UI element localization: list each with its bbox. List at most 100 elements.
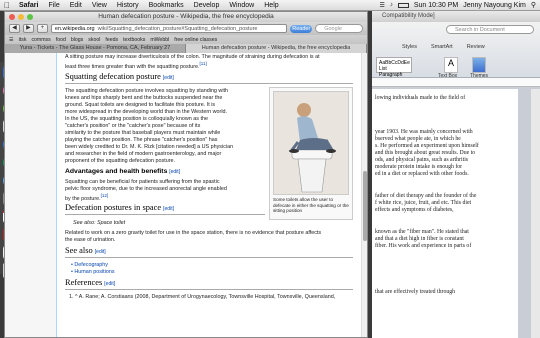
close-button[interactable] (9, 14, 15, 20)
menu-file[interactable]: File (43, 2, 64, 9)
citation-link[interactable]: [12] (101, 193, 109, 198)
tab-tickets[interactable]: Yuna - Tickets - The Glass House - Pomon… (5, 44, 186, 53)
bookmark-item[interactable]: skool (88, 37, 100, 43)
word-scrollbar[interactable] (531, 89, 540, 338)
paragraph-line: more widespread in the developing world … (65, 109, 228, 115)
bookmark-item[interactable]: itsk (19, 37, 27, 43)
see-also-link-defecography[interactable]: • Defecography (71, 262, 108, 269)
style-name: List Paragraph (379, 66, 403, 78)
paragraph-line: knees and hips sharply bent and the butt… (65, 95, 223, 101)
paragraph-line: Related to work on a zero gravity toilet… (65, 230, 322, 236)
zoom-button[interactable] (27, 14, 33, 20)
user-name[interactable]: Jenny Nayoung Kim (463, 2, 526, 9)
word-line: lowing individuals made to the field of (375, 95, 466, 101)
url-host: en.wikipedia.org (54, 26, 95, 32)
word-window: Compatibility Mode] Search in Document S… (372, 11, 540, 338)
paragraph-line: and researcher in the field of modern ga… (65, 151, 222, 157)
paragraph-line: Squatting can be beneficial for patients… (65, 179, 220, 185)
forward-button[interactable]: ▶ (22, 24, 34, 33)
paragraph-line: been widely credited to Dr. M. K. Rizk [… (65, 144, 234, 150)
see-also-note: See also: Space toilet (73, 220, 126, 226)
word-line: and this brought about great results. Du… (375, 150, 476, 156)
bookmark-item[interactable]: free online classes (174, 37, 217, 43)
word-line: s. He performed an experiment upon himse… (375, 143, 479, 149)
tab-review[interactable]: Review (467, 44, 485, 50)
reader-button[interactable]: Reader (290, 24, 313, 33)
word-line: ods, and physical pains, such as arthrit… (375, 157, 469, 163)
menu-history[interactable]: History (112, 2, 144, 9)
bookmark-item[interactable]: textbooks (123, 37, 145, 43)
bookmark-item[interactable]: commss (31, 37, 50, 43)
reading-list-icon[interactable]: ☰ (9, 37, 14, 43)
menu-bookmarks[interactable]: Bookmarks (144, 2, 189, 9)
word-line: fiber. His work and experience in parts … (375, 243, 472, 249)
menu-safari[interactable]: Safari (14, 2, 43, 9)
heading-space: Defecation postures in space [edit] (65, 203, 174, 212)
figure-caption: Some toilets allow the user to defecate … (273, 197, 349, 214)
see-also-link-human-positions[interactable]: • Human positions (71, 269, 115, 276)
safari-titlebar: Human defecation posture - Wikipedia, th… (5, 12, 367, 22)
page-viewport: A sitting posture may increase diverticu… (5, 53, 363, 337)
menu-window[interactable]: Window (224, 2, 259, 9)
share-button[interactable]: + (36, 24, 48, 33)
tab-wikipedia[interactable]: Human defecation posture - Wikipedia, th… (186, 44, 367, 53)
figure-image[interactable] (273, 91, 349, 195)
bookmark-item[interactable]: blogs (71, 37, 83, 43)
search-input[interactable]: Google (315, 24, 363, 33)
edit-link[interactable]: [edit] (163, 206, 174, 212)
themes-icon[interactable] (472, 57, 486, 73)
edit-link[interactable]: [edit] (104, 281, 115, 287)
menu-edit[interactable]: Edit (65, 2, 87, 9)
paragraph-line: pelvic floor syndrome, due to the increa… (65, 186, 227, 192)
clock[interactable]: Sun 10:30 PM (414, 2, 458, 9)
word-search-input[interactable]: Search in Document (446, 25, 534, 34)
paragraph-line: similarity to the posture that baseball … (65, 130, 221, 136)
wikipedia-article: A sitting posture may increase diverticu… (56, 53, 362, 337)
citation-link[interactable]: [11] (200, 61, 207, 66)
text-box-icon[interactable]: A (444, 57, 458, 73)
word-ribbon-tabs: Styles SmartArt Review (402, 44, 485, 50)
heading-benefits: Advantages and health benefits [edit] (65, 168, 181, 175)
menu-develop[interactable]: Develop (189, 2, 225, 9)
word-document-page[interactable]: lowing individuals made to the field of … (372, 89, 518, 338)
tab-smartart[interactable]: SmartArt (431, 44, 453, 50)
tab-bar: Yuna - Tickets - The Glass House - Pomon… (5, 44, 367, 53)
page-scrollbar[interactable] (361, 53, 367, 337)
word-line: that are effectively treated through (375, 289, 456, 295)
tab-styles[interactable]: Styles (402, 44, 417, 50)
paragraph-line: "catcher's position" or the "catcher's p… (65, 123, 201, 129)
wifi-icon[interactable]: ☰ (379, 2, 384, 9)
bookmark-item[interactable]: food (56, 37, 66, 43)
heading-see-also: See also [edit] (65, 246, 106, 255)
edit-link[interactable]: [edit] (169, 169, 180, 175)
word-ruler (372, 78, 540, 87)
menu-view[interactable]: View (87, 2, 112, 9)
battery-icon[interactable] (397, 2, 409, 8)
menu-help[interactable]: Help (259, 2, 283, 9)
apple-icon[interactable]:  (0, 1, 14, 10)
paragraph-line: In the US, the squatting position is col… (65, 116, 208, 122)
window-title: Human defecation posture - Wikipedia, th… (98, 13, 274, 20)
paragraph-line: ground. Squat toilets are designed to fa… (65, 102, 216, 108)
edit-link[interactable]: [edit] (163, 75, 174, 81)
back-button[interactable]: ◀ (9, 24, 20, 33)
edit-link[interactable]: [edit] (95, 249, 106, 255)
figure-toilet: Some toilets allow the user to defecate … (269, 87, 353, 220)
spotlight-icon[interactable]: ⚲ (531, 1, 536, 9)
scroll-thumb[interactable] (363, 171, 367, 241)
url-path: wiki/Squatting_defecation_posture#Squatt… (97, 26, 258, 32)
word-line: moderate protein intake is enough for (375, 164, 463, 170)
style-gallery[interactable]: AaBbCcDdEe List Paragraph (376, 57, 412, 78)
volume-icon[interactable]: ♪ (390, 2, 393, 8)
bookmark-item[interactable]: mWebbl (150, 37, 169, 43)
text-box-label: Text Box (438, 73, 458, 79)
paragraph-line: proponent of the squatting defecation po… (65, 158, 175, 164)
safari-window: Human defecation posture - Wikipedia, th… (4, 11, 368, 338)
word-ribbon: Search in Document Styles SmartArt Revie… (372, 22, 540, 79)
word-line: and that a diet high in fiber is constan… (375, 236, 464, 242)
bookmark-item[interactable]: feeds (105, 37, 118, 43)
minimize-button[interactable] (18, 14, 24, 20)
word-line: year 1903. He was mainly concerned with (375, 129, 473, 135)
themes-label: Themes (470, 73, 489, 79)
address-bar[interactable]: en.wikipedia.org wiki/Squatting_defecati… (50, 24, 288, 33)
